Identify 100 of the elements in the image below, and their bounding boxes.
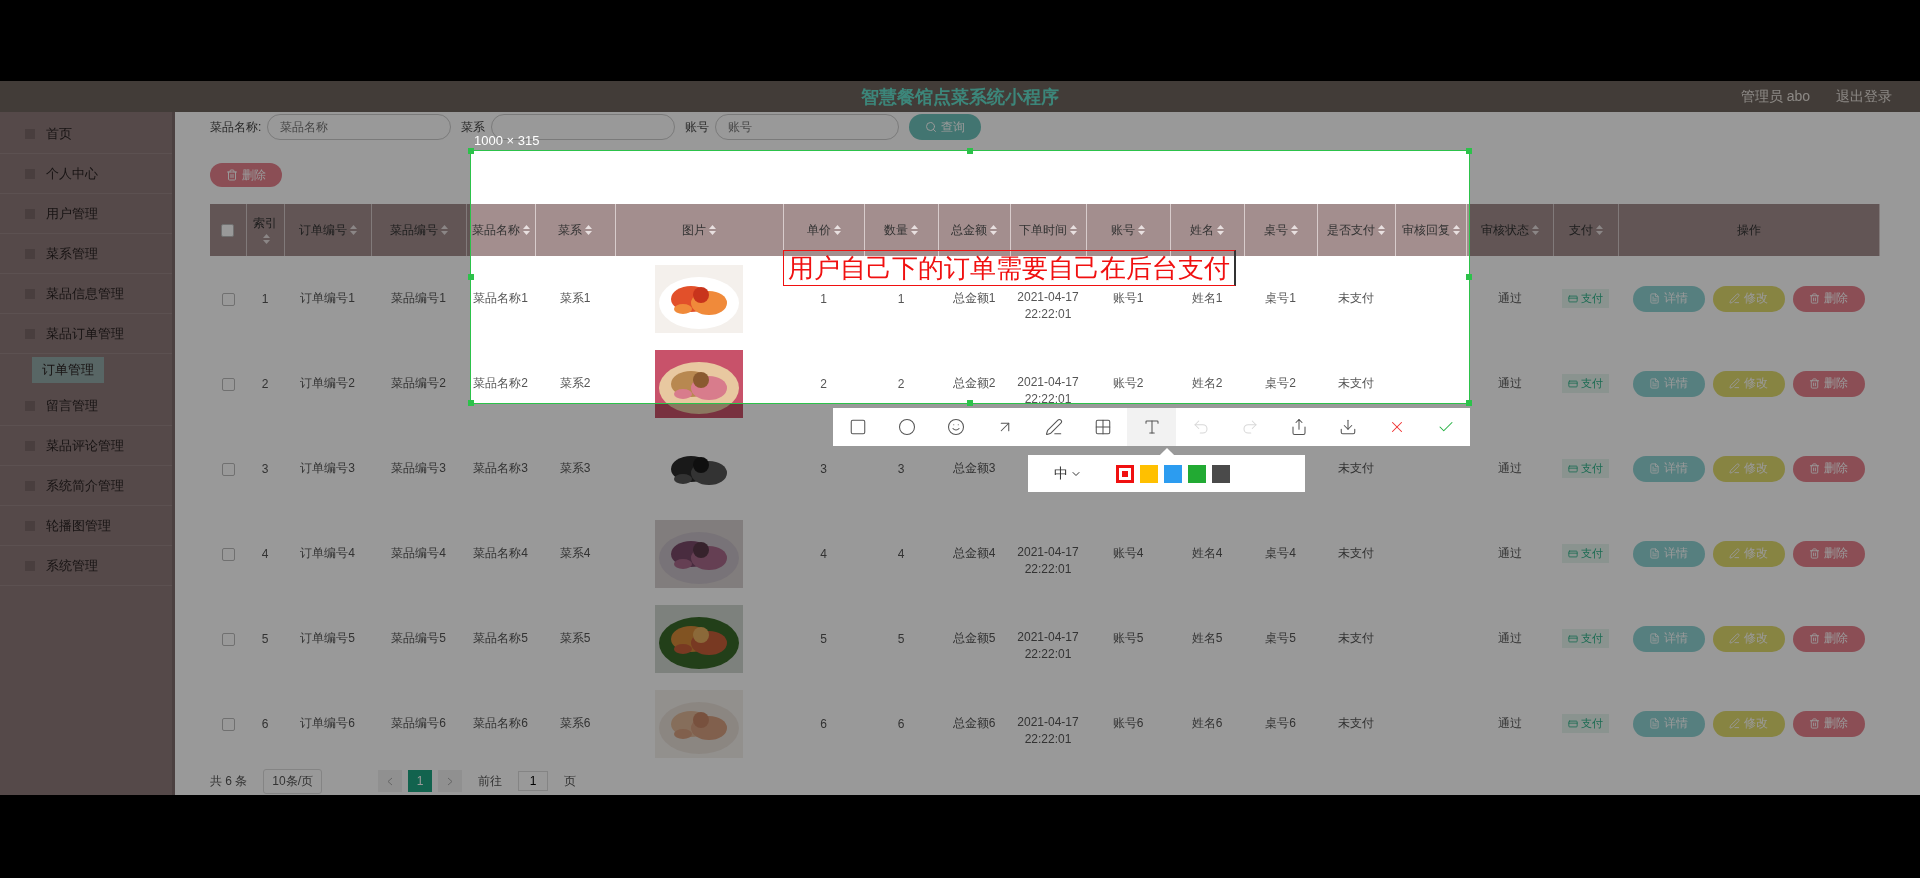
sort-icon[interactable] [263,234,270,245]
row-checkbox[interactable] [221,632,235,646]
sort-icon[interactable] [1595,225,1603,236]
search-field[interactable]: 菜品名称 [267,114,452,140]
sort-icon[interactable] [709,225,716,236]
sort-icon[interactable] [1217,225,1224,236]
page-button[interactable]: 1 [408,770,433,792]
logout-link[interactable]: 退出登录 [1836,87,1892,106]
edit-button[interactable]: 修改 [1712,540,1785,567]
sort-icon[interactable] [1070,225,1077,236]
column-header-label: 菜品编号 [389,222,438,237]
table-cell: 姓名1 [1191,290,1223,307]
pencil-icon [1729,718,1740,729]
row-checkbox[interactable] [221,717,235,731]
delete-button[interactable]: 删除 [210,163,282,187]
table-cell: 未支付 [1338,630,1374,647]
table-cell: 菜品名称2 [473,375,528,392]
previous-page-button[interactable] [378,770,403,792]
edit-button[interactable]: 修改 [1712,370,1785,397]
column-header-label: 操作 [1736,222,1761,237]
search-label: 菜系 [461,118,486,136]
delete-button[interactable]: 删除 [1792,455,1865,482]
detail-button[interactable]: 详情 [1632,710,1705,737]
delete-button[interactable]: 删除 [1792,710,1865,737]
pay-button[interactable]: 支付 [1562,714,1609,733]
next-page-button[interactable] [438,770,463,792]
sort-icon[interactable] [1290,225,1298,236]
color-swatch[interactable] [1188,464,1206,483]
column-header-label: 桌号 [1263,222,1288,237]
select-all-checkbox[interactable] [221,224,235,238]
query-button[interactable]: 查询 [909,114,982,140]
table-cell: 账号5 [1112,630,1144,647]
sort-icon[interactable] [990,225,997,236]
row-checkbox[interactable] [221,547,235,561]
resize-handle[interactable] [467,399,474,406]
size-label: 1000 × 315 [474,133,540,148]
color-swatch[interactable] [1164,464,1182,483]
sort-icon[interactable] [585,225,592,236]
resize-handle[interactable] [966,147,973,154]
detail-button[interactable]: 详情 [1632,370,1705,397]
column-header-label: 审核状态 [1480,222,1529,237]
resize-handle[interactable] [1465,273,1472,280]
table-cell: 通过 [1497,375,1522,392]
detail-button[interactable]: 详情 [1632,540,1705,567]
row-checkbox[interactable] [221,292,235,306]
pay-button[interactable]: 支付 [1562,374,1609,393]
goto-page-field[interactable]: 1 [518,771,549,791]
delete-button[interactable]: 删除 [1792,540,1865,567]
resize-handle[interactable] [966,399,973,406]
sort-icon[interactable] [911,225,918,236]
table-cell: 账号4 [1112,545,1144,562]
sort-icon[interactable] [1452,225,1460,236]
table-cell: 桌号5 [1265,630,1296,647]
resize-handle[interactable] [1465,147,1472,154]
sort-icon[interactable] [440,225,448,236]
sort-icon[interactable] [349,225,357,236]
pay-button[interactable]: 支付 [1562,459,1609,478]
column-header-label: 审核回复 [1401,222,1450,237]
annotation-text[interactable]: 用户自己下的订单需要自己在后台支付 [783,250,1236,286]
text-tool[interactable] [1127,408,1176,446]
resize-handle[interactable] [1465,399,1472,406]
edit-button[interactable]: 修改 [1712,710,1785,737]
sort-icon[interactable] [1531,225,1539,236]
pay-button[interactable]: 支付 [1562,289,1609,308]
row-checkbox[interactable] [221,462,235,476]
detail-button[interactable]: 详情 [1632,285,1705,312]
page-size-select[interactable]: 10条/页 [263,768,323,794]
delete-button[interactable]: 删除 [1792,625,1865,652]
detail-button[interactable]: 详情 [1632,625,1705,652]
sidebar-subitem[interactable]: 订单管理 [32,357,104,383]
table-cell: 菜系5 [559,630,591,647]
trash-icon [1809,633,1820,644]
pay-button[interactable]: 支付 [1562,629,1609,648]
resize-handle[interactable] [467,273,474,280]
edit-button[interactable]: 修改 [1712,285,1785,312]
delete-button[interactable]: 删除 [1792,285,1865,312]
edit-button[interactable]: 修改 [1712,625,1785,652]
sort-icon[interactable] [1138,225,1145,236]
sort-icon[interactable] [833,225,841,236]
table-cell: 3 [261,461,269,476]
color-swatch[interactable] [1212,464,1230,483]
table-cell: 6 [897,716,905,731]
column-header-label: 总金额 [951,222,987,237]
search-field[interactable]: 账号 [715,114,900,140]
sort-icon[interactable] [1378,225,1385,236]
color-swatch[interactable] [1140,464,1158,483]
detail-button[interactable]: 详情 [1632,455,1705,482]
table-cell: 6 [820,716,827,731]
edit-button[interactable]: 修改 [1712,455,1785,482]
total-count: 共 6 条 [210,772,248,790]
table-cell: 菜系3 [559,460,591,477]
sidebar-item[interactable]: 个人中心 [0,154,172,194]
pay-button[interactable]: 支付 [1562,544,1609,563]
column-header-label: 是否支付 [1327,222,1375,237]
row-checkbox[interactable] [221,377,235,391]
color-swatch[interactable] [1116,464,1134,483]
sort-icon[interactable] [522,225,530,236]
delete-button[interactable]: 删除 [1792,370,1865,397]
table-cell: 菜系6 [559,715,591,732]
resize-handle[interactable] [467,147,474,154]
